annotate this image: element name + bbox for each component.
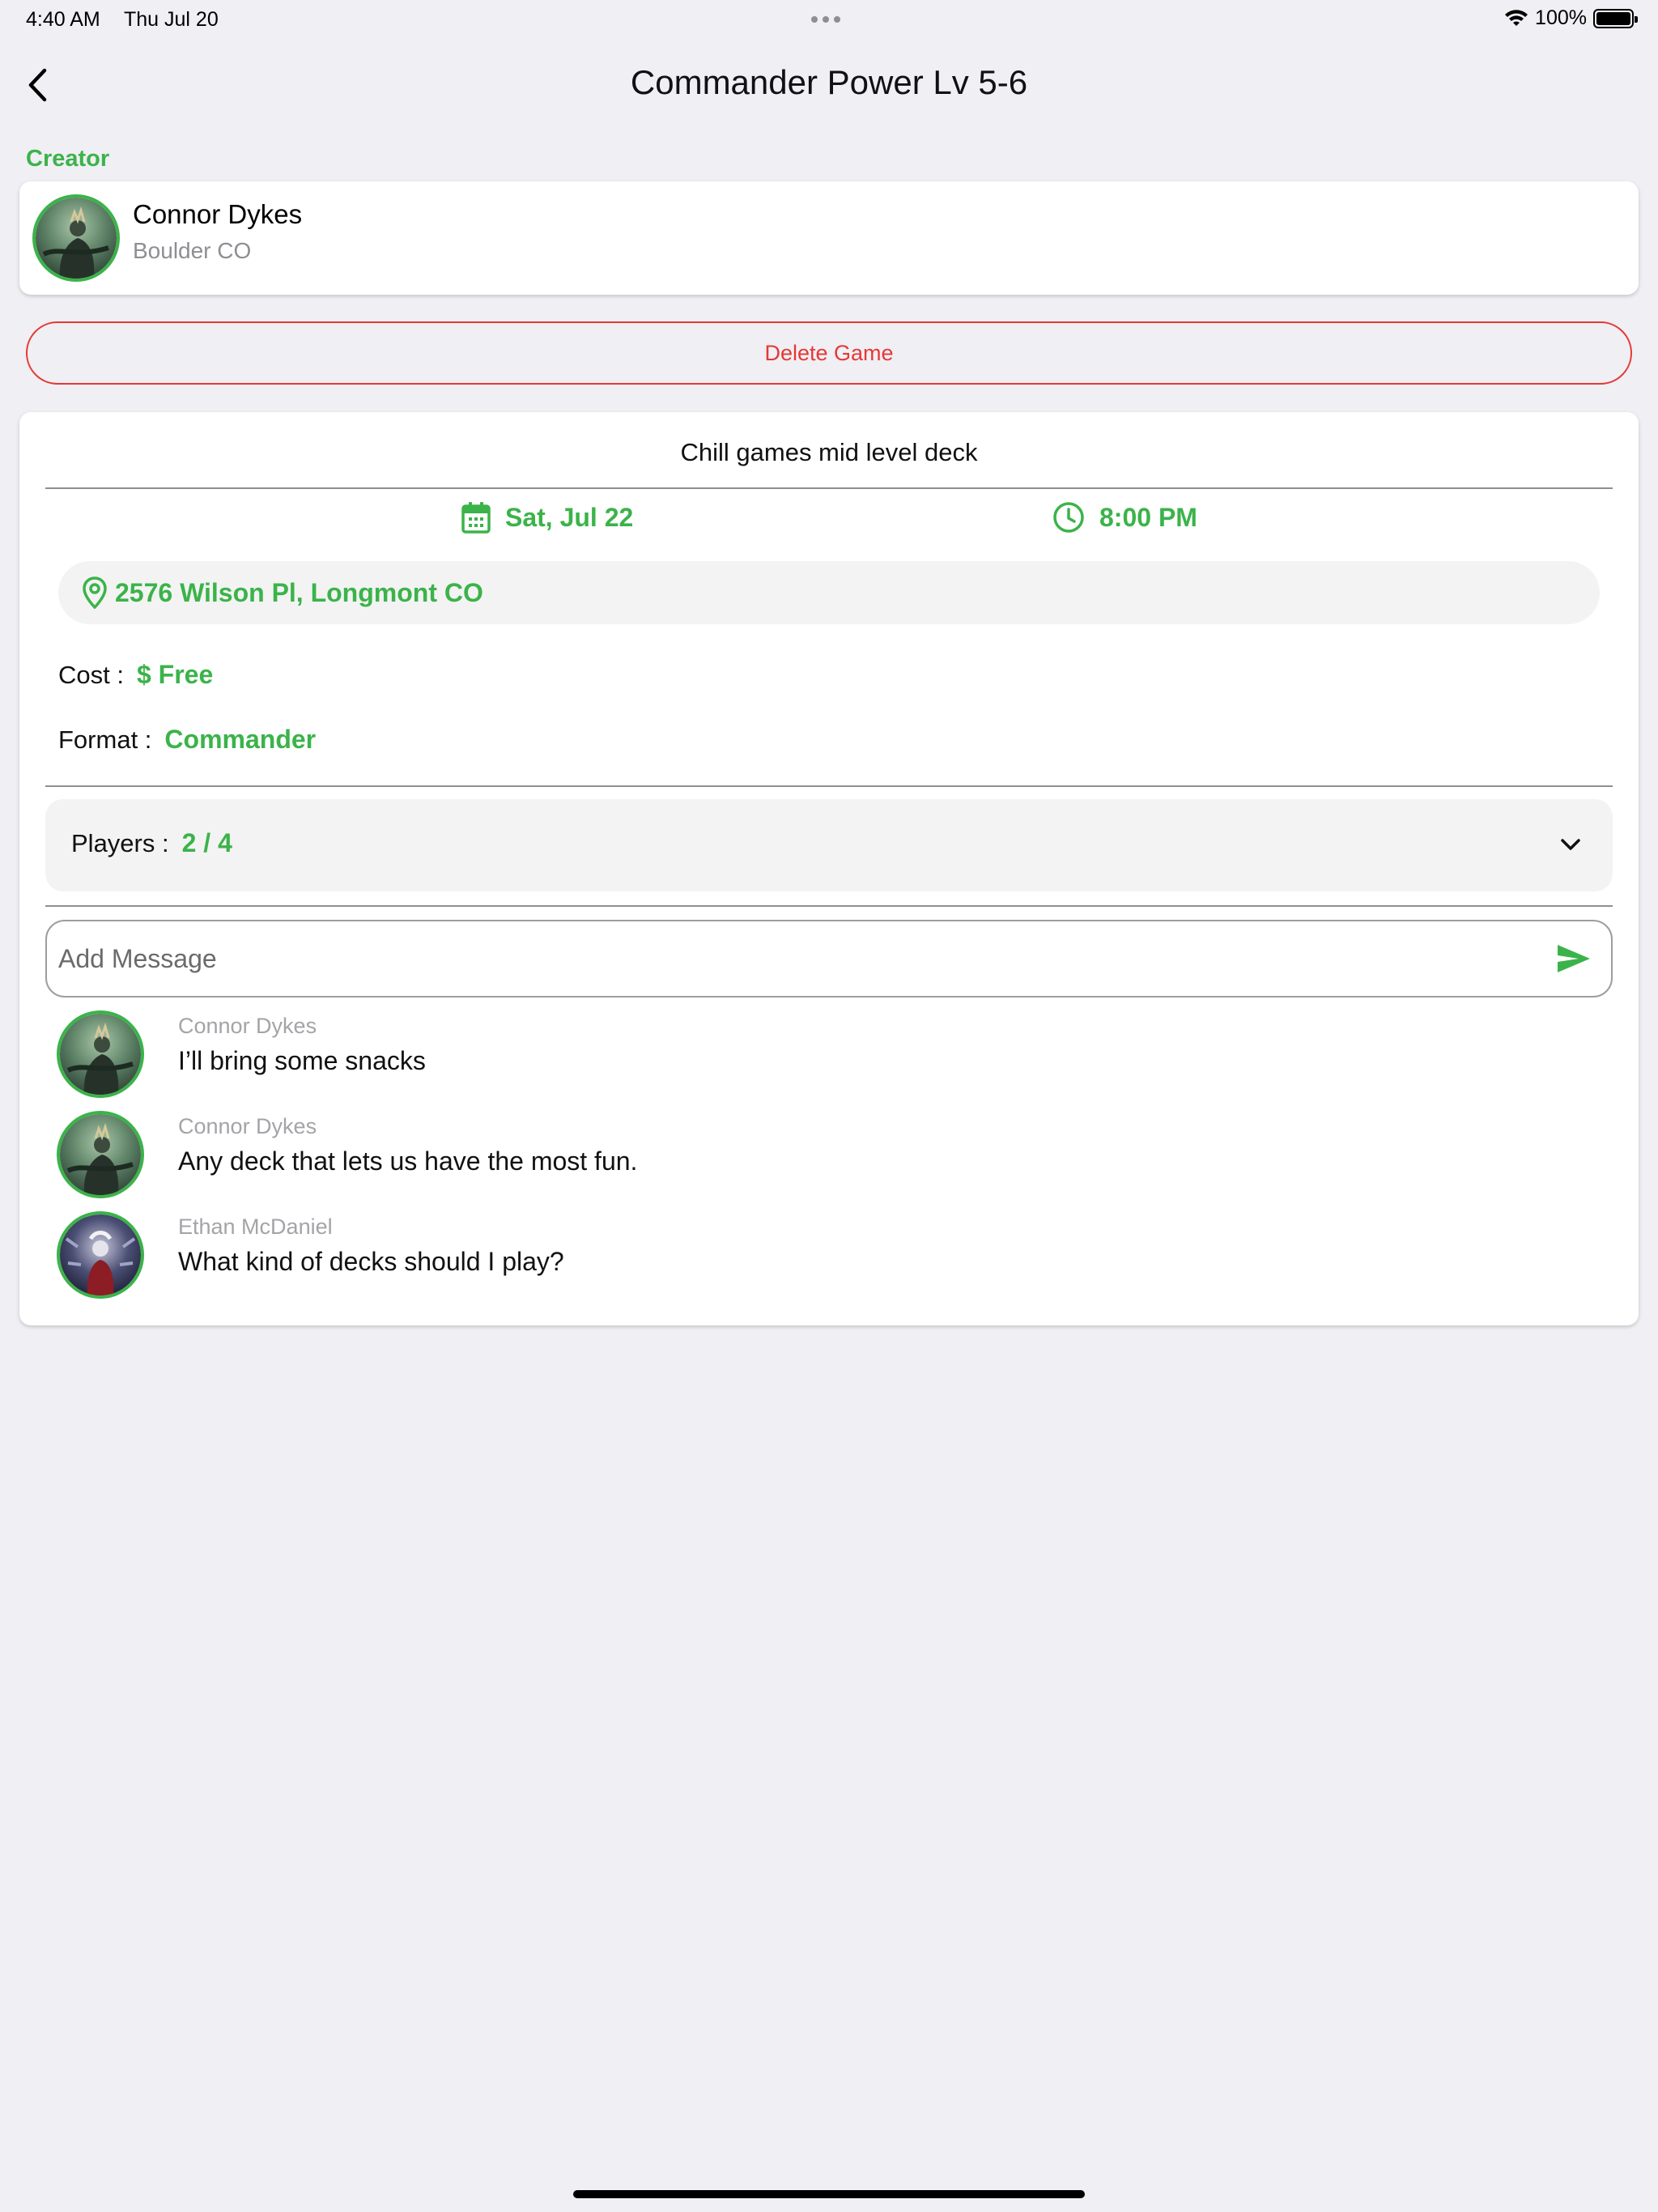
commander-art-1-image [36, 198, 117, 279]
status-bar: 4:40 AM Thu Jul 20 100% [0, 0, 1658, 39]
creator-section-label: Creator [26, 146, 110, 172]
cost-label: Cost : [58, 661, 124, 689]
game-time: 8:00 PM [1052, 501, 1197, 534]
divider [45, 785, 1613, 787]
location-address[interactable]: 2576 Wilson Pl, Longmont CO [58, 561, 1600, 624]
message-text: Any deck that lets us have the most fun. [178, 1146, 638, 1176]
message-input[interactable] [58, 921, 1516, 996]
creator-location: Boulder CO [133, 238, 252, 263]
map-pin-icon [83, 576, 107, 609]
message-text: I’ll bring some snacks [178, 1046, 426, 1075]
avatar [57, 1211, 144, 1299]
date-time-row: Sat, Jul 22 8:00 PM [19, 501, 1639, 542]
game-description: Chill games mid level deck [680, 438, 978, 466]
chevron-down-icon [1556, 830, 1585, 859]
format-label: Format : [58, 725, 152, 754]
game-date: Sat, Jul 22 [461, 501, 633, 534]
message-author: Connor Dykes [178, 1014, 317, 1038]
battery-percentage: 100% [1535, 6, 1587, 29]
creator-name: Connor Dykes [133, 199, 303, 229]
date-text: Sat, Jul 22 [505, 502, 634, 532]
divider [45, 487, 1613, 489]
players-count: 2 / 4 [181, 828, 232, 857]
page-title: Commander Power Lv 5-6 [630, 63, 1028, 101]
multitasking-dots-icon[interactable] [811, 16, 840, 23]
send-icon [1558, 945, 1590, 972]
battery-icon [1593, 8, 1638, 28]
message-author: Ethan McDaniel [178, 1214, 333, 1239]
players-label: Players : [71, 829, 169, 857]
divider [45, 905, 1613, 907]
send-button[interactable] [1554, 941, 1593, 976]
avatar [57, 1111, 144, 1198]
time-text: 8:00 PM [1099, 502, 1197, 532]
players-summary: Players : 2 / 4 [71, 828, 232, 858]
calendar-icon [461, 502, 491, 534]
game-details-card: Chill games mid level deck Sat, Jul 22 8… [19, 412, 1639, 1325]
format-value: Commander [164, 725, 317, 754]
commander-art-1-image [60, 1014, 141, 1095]
cost-row: Cost : $ Free [58, 660, 213, 690]
message-composer [45, 920, 1613, 998]
clock-icon [1053, 502, 1084, 533]
avatar [57, 1010, 144, 1098]
cost-value: $ Free [136, 660, 214, 689]
address-text: 2576 Wilson Pl, Longmont CO [115, 577, 483, 607]
message-item: Connor Dykes I’ll bring some snacks [57, 1010, 1595, 1101]
wifi-icon [1505, 9, 1528, 26]
message-item: Connor Dykes Any deck that lets us have … [57, 1111, 1595, 1202]
players-dropdown[interactable]: Players : 2 / 4 [45, 799, 1613, 891]
message-text: What kind of decks should I play? [178, 1247, 564, 1276]
battery-level [1596, 11, 1630, 25]
commander-art-2-image [60, 1214, 141, 1295]
format-row: Format : Commander [58, 725, 316, 755]
status-indicators: 100% [1504, 6, 1638, 30]
commander-art-1-image [60, 1114, 141, 1195]
message-author: Connor Dykes [178, 1114, 317, 1138]
home-indicator[interactable] [573, 2190, 1085, 2198]
avatar [32, 194, 120, 282]
creator-card[interactable]: Connor Dykes Boulder CO [19, 181, 1639, 295]
delete-game-button[interactable]: Delete Game [26, 321, 1632, 385]
message-item: Ethan McDaniel What kind of decks should… [57, 1211, 1595, 1302]
status-time: 4:40 AM [26, 8, 100, 31]
status-date: Thu Jul 20 [124, 8, 219, 31]
game-detail-screen: 4:40 AM Thu Jul 20 100% Commander Power … [0, 0, 1658, 2212]
